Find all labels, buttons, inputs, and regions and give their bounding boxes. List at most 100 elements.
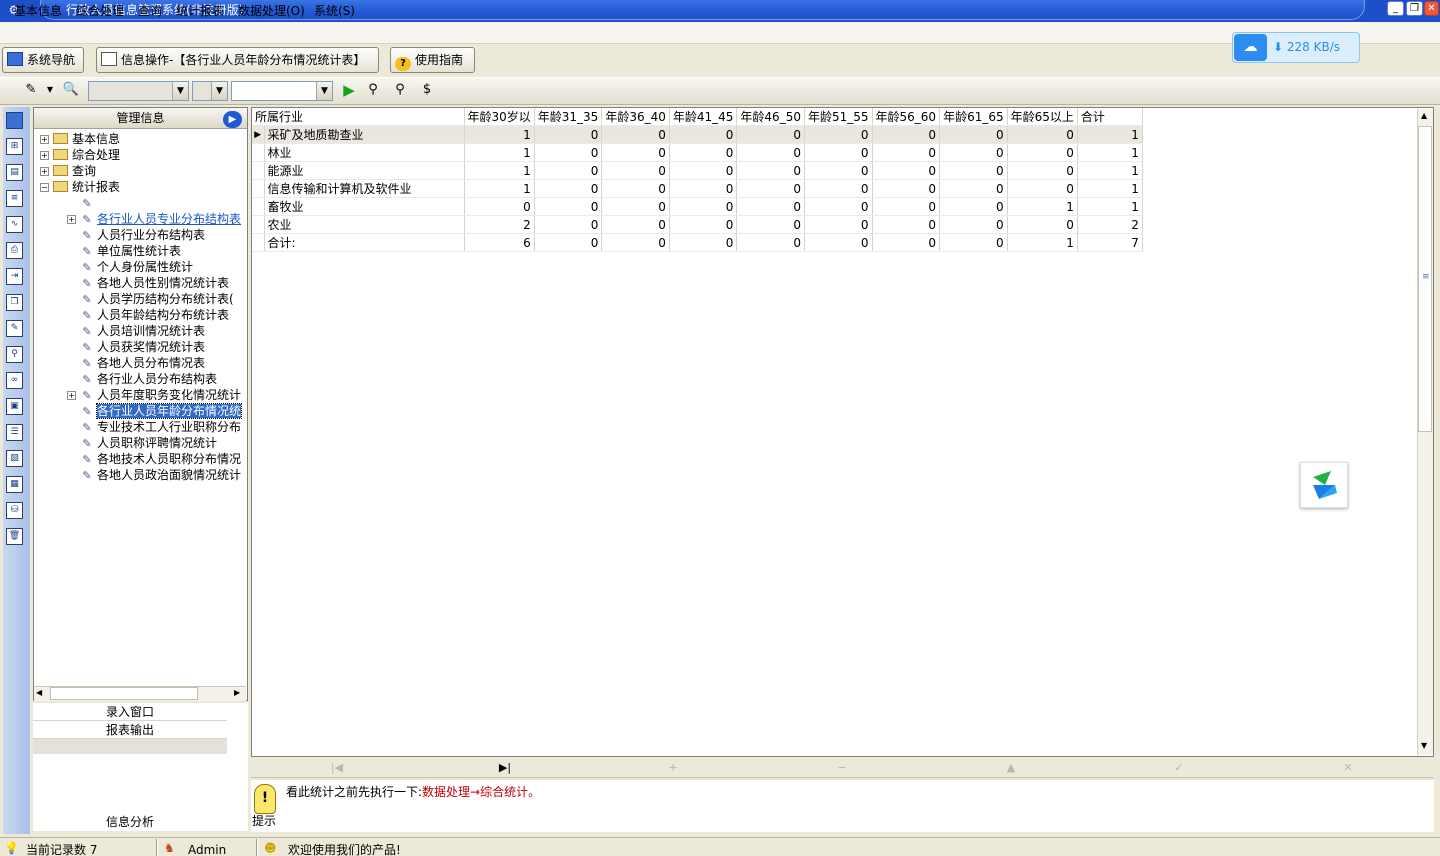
tree-folder-general[interactable]: + 综合处理 <box>40 147 120 163</box>
menu-data[interactable]: 数据处理(O) <box>238 4 305 18</box>
grid-icon[interactable]: ▦ <box>6 476 23 493</box>
user-search-icon[interactable]: ⚲ <box>6 346 23 363</box>
grid-cell[interactable]: 0 <box>736 179 805 198</box>
grid-cell[interactable]: 1 <box>1007 197 1078 216</box>
grid-cell[interactable]: 0 <box>601 125 670 144</box>
pencil-icon[interactable]: ✎ <box>22 81 40 99</box>
grid-cell[interactable]: 1 <box>1077 143 1143 162</box>
edit-record-icon[interactable]: ▲ <box>1000 760 1022 776</box>
grid-column-header[interactable]: 年龄41_45 <box>669 108 738 126</box>
grid-cell[interactable]: 0 <box>1007 215 1078 234</box>
menu-general[interactable]: 综合处理 <box>76 4 124 18</box>
grid-cell[interactable]: 0 <box>534 233 603 252</box>
grid-cell[interactable]: 0 <box>939 125 1008 144</box>
network-icon[interactable]: ⊞ <box>6 138 23 155</box>
grid-cell[interactable]: 7 <box>1077 233 1143 252</box>
image-icon[interactable]: ▣ <box>6 398 23 415</box>
grid-cell[interactable]: 1 <box>464 143 535 162</box>
grid-cell[interactable]: 1 <box>1007 233 1078 252</box>
grid-cell[interactable]: 0 <box>534 143 603 162</box>
grid-column-header[interactable]: 年龄30岁以 <box>464 108 535 126</box>
tree-report-item[interactable]: ✎ <box>80 195 97 211</box>
grid-cell[interactable]: 0 <box>534 215 603 234</box>
grid-cell[interactable]: 0 <box>601 233 670 252</box>
find-next-icon[interactable]: ⚲ <box>391 81 409 99</box>
operator-select[interactable]: ▼ <box>192 81 228 101</box>
tree-report-item[interactable]: ✎ 各地技术人员职称分布情况 <box>80 451 241 467</box>
minimize-button[interactable]: _ <box>1387 1 1404 16</box>
grid-cell[interactable]: 农业 <box>264 215 465 234</box>
grid-cell[interactable]: 0 <box>804 143 873 162</box>
grid-cell[interactable]: 0 <box>872 233 941 252</box>
grid-cell[interactable]: 0 <box>804 161 873 180</box>
edit-icon[interactable]: ✎ <box>6 320 23 337</box>
delete-record-icon[interactable]: − <box>831 760 853 776</box>
grid-column-header[interactable]: 年龄56_60 <box>872 108 941 126</box>
grid-cell[interactable]: 0 <box>534 179 603 198</box>
trash-icon[interactable]: 🗑 <box>6 528 23 545</box>
grid-cell[interactable]: 采矿及地质勘查业 <box>264 125 465 144</box>
grid-cell[interactable]: 畜牧业 <box>264 197 465 216</box>
grid-cell[interactable]: 0 <box>872 215 941 234</box>
tree-report-item[interactable]: ✎ 各行业人员年龄分布情况统 <box>80 403 243 419</box>
export-icon[interactable]: ⇥ <box>6 268 23 285</box>
picture-icon[interactable]: ▨ <box>6 450 23 467</box>
grid-cell[interactable]: 0 <box>669 233 738 252</box>
grid-cell[interactable]: 0 <box>804 233 873 252</box>
grid-cell[interactable]: 0 <box>601 197 670 216</box>
expand-icon[interactable]: + <box>67 391 76 400</box>
scroll-up-icon[interactable]: ▲ <box>1421 111 1427 120</box>
tree-report-item[interactable]: ✎ 个人身份属性统计 <box>80 259 193 275</box>
tree-report-item[interactable]: ✎ 人员培训情况统计表 <box>80 323 205 339</box>
grid-cell[interactable]: 0 <box>1007 161 1078 180</box>
grid-cell[interactable]: 0 <box>736 215 805 234</box>
grid-cell[interactable]: 0 <box>601 215 670 234</box>
menu-system[interactable]: 系统(S) <box>314 4 355 18</box>
grid-cell[interactable]: 2 <box>1077 215 1143 234</box>
grid-cell[interactable]: 信息传输和计算机及软件业 <box>264 179 465 198</box>
grid-cell[interactable]: 0 <box>601 161 670 180</box>
run-icon[interactable]: ▶ <box>340 81 358 99</box>
expand-icon[interactable]: + <box>67 215 76 224</box>
grid-cell[interactable]: 0 <box>872 143 941 162</box>
document-icon[interactable]: ≡ <box>6 190 23 207</box>
value-select[interactable]: ▼ <box>231 81 333 101</box>
grid-cell[interactable]: 0 <box>872 197 941 216</box>
collapse-icon[interactable]: − <box>40 183 49 192</box>
table-row[interactable]: 林业 1 0 0 0 0 0 0 0 0 1 <box>252 143 1143 162</box>
grid-cell[interactable]: 1 <box>1077 125 1143 144</box>
post-record-icon[interactable]: ✓ <box>1168 760 1190 776</box>
grid-cell[interactable]: 0 <box>601 143 670 162</box>
tree-report-item[interactable]: ✎ 各地人员性别情况统计表 <box>80 275 229 291</box>
menu-basic-info[interactable]: 基本信息 <box>14 4 62 18</box>
grid-cell[interactable]: 0 <box>534 197 603 216</box>
grid-cell[interactable]: 0 <box>534 125 603 144</box>
grid-cell[interactable]: 0 <box>804 215 873 234</box>
tree-report-item[interactable]: ✎ 专业技术工人行业职称分布 <box>80 419 241 435</box>
grid-column-header[interactable]: 年龄36_40 <box>601 108 670 126</box>
grid-cell[interactable]: 0 <box>1007 125 1078 144</box>
scroll-left-icon[interactable]: ◀ <box>36 688 42 697</box>
grid-cell[interactable]: 0 <box>669 143 738 162</box>
desktop-icon[interactable] <box>6 112 23 129</box>
grid-cell[interactable]: 0 <box>939 233 1008 252</box>
cloud-icon[interactable]: ☁ <box>1234 34 1267 61</box>
grid-cell[interactable]: 合计: <box>264 233 465 252</box>
close-button[interactable]: ✕ <box>1424 1 1439 16</box>
entry-window-item[interactable]: 录入窗口 <box>33 703 227 721</box>
grid-cell[interactable]: 0 <box>669 197 738 216</box>
grid-cell[interactable]: 1 <box>1077 161 1143 180</box>
insert-record-icon[interactable]: + <box>662 760 684 776</box>
grid-cell[interactable]: 1 <box>1077 179 1143 198</box>
dropdown-arrow-icon[interactable]: ▼ <box>44 81 56 99</box>
grid-column-header[interactable]: 年龄65以上 <box>1007 108 1078 126</box>
list-icon[interactable]: ☰ <box>6 424 23 441</box>
last-record-icon[interactable]: ▶| <box>494 760 516 776</box>
tree-report-item[interactable]: + ✎ 人员年度职务变化情况统计 <box>67 387 241 403</box>
scroll-right-icon[interactable]: ▶ <box>234 688 240 697</box>
card-icon[interactable]: ▤ <box>6 164 23 181</box>
grid-cell[interactable]: 林业 <box>264 143 465 162</box>
grid-column-header[interactable]: 年龄46_50 <box>736 108 805 126</box>
grid-cell[interactable]: 0 <box>939 143 1008 162</box>
grid-cell[interactable]: 0 <box>939 161 1008 180</box>
